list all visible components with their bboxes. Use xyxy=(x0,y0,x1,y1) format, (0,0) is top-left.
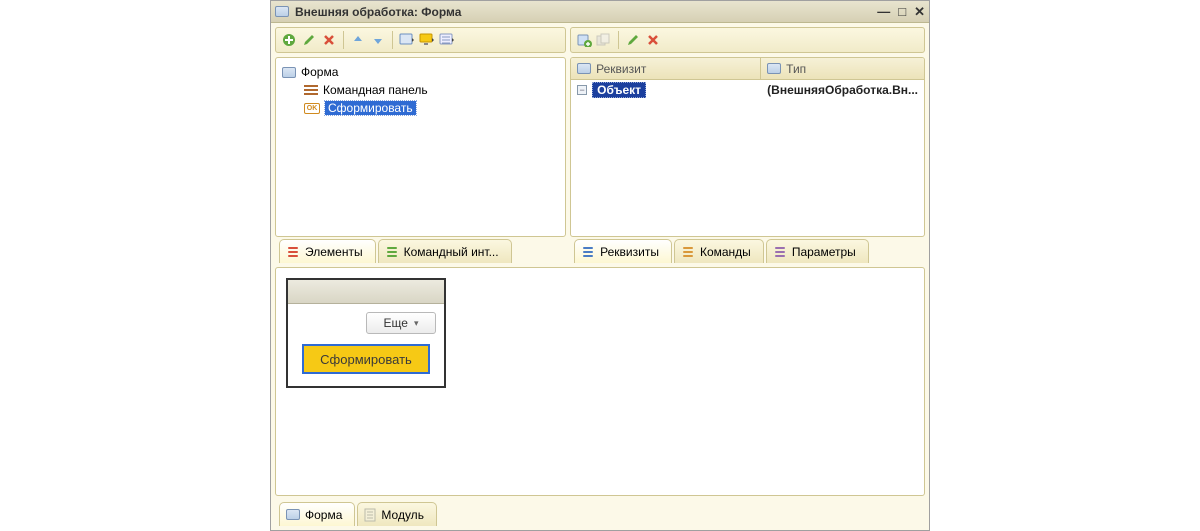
tab-label: Реквизиты xyxy=(600,245,659,259)
tab-elements[interactable]: Элементы xyxy=(279,239,376,263)
titlebar: Внешняя обработка: Форма — □ ✕ xyxy=(271,1,929,23)
more-button[interactable]: Еще xyxy=(366,312,436,334)
form-preview-area: Еще Сформировать xyxy=(275,267,925,496)
top-panels: Форма Командная панель OK Сформировать xyxy=(275,27,925,263)
elements-toolbar xyxy=(275,27,566,53)
tab-label: Командный инт... xyxy=(404,245,499,259)
ok-button-icon: OK xyxy=(304,103,320,114)
preview-body: Еще Сформировать xyxy=(288,304,444,386)
form-preview-window[interactable]: Еще Сформировать xyxy=(286,278,446,388)
workarea: Форма Командная панель OK Сформировать xyxy=(271,23,929,530)
tab-command-interface[interactable]: Командный инт... xyxy=(378,239,512,263)
module-icon xyxy=(364,508,376,522)
tree-cmd-panel[interactable]: Командная панель xyxy=(280,81,561,99)
editor-bottom-tabs: Форма Модуль xyxy=(275,500,925,526)
elements-panel-tabs: Элементы Командный инт... xyxy=(275,237,566,263)
elements-tab-icon xyxy=(286,245,300,259)
maximize-button[interactable]: □ xyxy=(898,4,906,20)
parameters-tab-icon xyxy=(773,245,787,259)
generate-label: Сформировать xyxy=(320,352,412,367)
tree-generate-button[interactable]: OK Сформировать xyxy=(280,99,561,117)
command-panel-icon xyxy=(304,85,318,95)
column-label: Реквизит xyxy=(596,62,646,76)
move-up-icon[interactable] xyxy=(350,32,366,48)
attributes-toolbar xyxy=(570,27,925,53)
add-group-icon[interactable] xyxy=(576,32,592,48)
minimize-button[interactable]: — xyxy=(877,4,890,20)
form-icon xyxy=(577,63,591,74)
cell-attribute: − Объект xyxy=(571,82,761,98)
form-icon xyxy=(275,6,289,17)
column-label: Тип xyxy=(786,62,806,76)
tab-label: Модуль xyxy=(381,508,424,522)
attributes-grid-header: Реквизит Тип xyxy=(571,58,924,80)
tree-root-form[interactable]: Форма xyxy=(280,63,561,81)
form-icon xyxy=(767,63,781,74)
tree-label: Форма xyxy=(301,65,338,79)
add-icon[interactable] xyxy=(281,32,297,48)
tab-label: Форма xyxy=(305,508,342,522)
commands-tab-icon xyxy=(681,245,695,259)
separator xyxy=(618,31,619,49)
attributes-grid-body: Реквизит Тип − Объект (Внешня xyxy=(570,57,925,237)
tab-label: Элементы xyxy=(305,245,363,259)
tab-attributes[interactable]: Реквизиты xyxy=(574,239,672,263)
attributes-tab-icon xyxy=(581,245,595,259)
separator xyxy=(392,31,393,49)
tab-form[interactable]: Форма xyxy=(279,502,355,526)
list-view-icon[interactable] xyxy=(439,32,455,48)
tab-parameters[interactable]: Параметры xyxy=(766,239,869,263)
copy-icon[interactable] xyxy=(596,32,612,48)
object-label: Объект xyxy=(592,82,646,98)
column-attribute[interactable]: Реквизит xyxy=(571,58,761,79)
type-value: (ВнешняяОбработка.Вн... xyxy=(767,83,918,97)
form-icon xyxy=(286,509,300,520)
elements-tree-body: Форма Командная панель OK Сформировать xyxy=(275,57,566,237)
preview-titlebar xyxy=(288,280,444,304)
tab-label: Команды xyxy=(700,245,751,259)
monitor-icon[interactable] xyxy=(419,32,435,48)
tree-label: Сформировать xyxy=(325,101,416,115)
tab-commands[interactable]: Команды xyxy=(674,239,764,263)
close-button[interactable]: ✕ xyxy=(914,4,925,20)
tree-label: Командная панель xyxy=(323,83,428,97)
edit-icon[interactable] xyxy=(301,32,317,48)
generate-button[interactable]: Сформировать xyxy=(302,344,430,374)
more-label: Еще xyxy=(384,316,408,330)
attributes-panel: Реквизит Тип − Объект (Внешня xyxy=(570,27,925,263)
separator xyxy=(343,31,344,49)
form-view-icon[interactable] xyxy=(399,32,415,48)
move-down-icon[interactable] xyxy=(370,32,386,48)
attributes-panel-tabs: Реквизиты Команды Параметры xyxy=(570,237,925,263)
tab-module[interactable]: Модуль xyxy=(357,502,437,526)
column-type[interactable]: Тип xyxy=(761,58,924,79)
window-title: Внешняя обработка: Форма xyxy=(295,5,871,19)
delete-icon[interactable] xyxy=(645,32,661,48)
collapse-icon[interactable]: − xyxy=(577,85,587,95)
elements-panel: Форма Командная панель OK Сформировать xyxy=(275,27,566,263)
cell-type: (ВнешняяОбработка.Вн... xyxy=(761,83,924,97)
form-editor-window: Внешняя обработка: Форма — □ ✕ xyxy=(270,0,930,531)
edit-icon[interactable] xyxy=(625,32,641,48)
attribute-row[interactable]: − Объект (ВнешняяОбработка.Вн... xyxy=(571,80,924,100)
cmd-interface-tab-icon xyxy=(385,245,399,259)
tab-label: Параметры xyxy=(792,245,856,259)
elements-tree[interactable]: Форма Командная панель OK Сформировать xyxy=(276,58,565,122)
delete-icon[interactable] xyxy=(321,32,337,48)
form-icon xyxy=(282,67,296,78)
window-controls: — □ ✕ xyxy=(877,4,925,20)
